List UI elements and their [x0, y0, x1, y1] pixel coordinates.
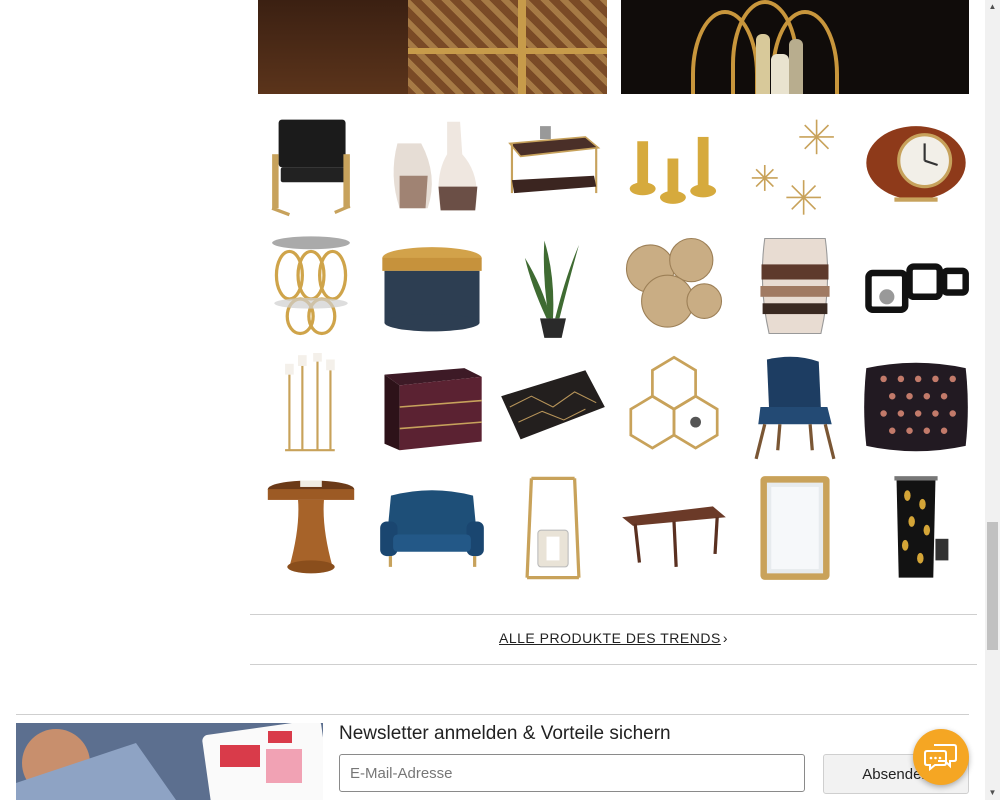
plant-icon	[524, 240, 579, 338]
bottle-decor	[789, 39, 803, 94]
product-tile[interactable]	[492, 346, 613, 467]
scroll-up-arrow-icon[interactable]: ▲	[985, 0, 1000, 14]
product-tile[interactable]	[613, 225, 734, 346]
divider	[250, 614, 977, 615]
product-tile[interactable]	[250, 467, 371, 588]
product-tile[interactable]	[613, 467, 734, 588]
dining-chair-icon	[754, 356, 835, 459]
product-tile[interactable]	[734, 104, 855, 225]
lantern-icon	[524, 476, 581, 579]
candle-stand-icon	[284, 352, 335, 451]
dresser-icon	[383, 367, 482, 450]
mirror-icon	[759, 475, 830, 580]
newsletter-divider	[16, 714, 969, 715]
cube-shelf-icon	[864, 262, 969, 313]
scroll-down-arrow-icon[interactable]: ▼	[985, 786, 1000, 800]
product-tile[interactable]	[250, 225, 371, 346]
wallpaper-roll-icon	[500, 369, 605, 439]
table-clock-icon	[865, 125, 966, 202]
candle-holder-icon	[629, 136, 716, 204]
product-tile[interactable]	[371, 346, 492, 467]
trend-hero-image-right[interactable]	[621, 0, 969, 94]
scrollbar[interactable]: ▲ ▼	[985, 0, 1000, 800]
bottle-decor	[771, 54, 789, 94]
product-tile[interactable]	[855, 225, 976, 346]
product-tile[interactable]	[734, 467, 855, 588]
all-products-link-label: ALLE PRODUKTE DES TRENDS	[499, 630, 721, 646]
product-grid	[250, 104, 977, 588]
newsletter-image	[16, 723, 323, 800]
glass-vase-icon	[759, 237, 830, 334]
sofa-icon	[379, 489, 484, 567]
wooden-coffee-table-icon	[621, 505, 726, 567]
wooden-side-table-icon	[267, 479, 354, 573]
product-tile[interactable]	[371, 104, 492, 225]
product-tile[interactable]	[492, 225, 613, 346]
chat-button[interactable]	[913, 729, 969, 785]
product-tile[interactable]	[492, 467, 613, 588]
product-tile[interactable]	[855, 104, 976, 225]
chat-icon	[924, 744, 957, 772]
bottle-decor	[756, 34, 770, 94]
product-tile[interactable]	[250, 346, 371, 467]
trend-hero-image-left[interactable]	[258, 0, 607, 94]
chevron-right-icon: ›	[722, 630, 728, 646]
curtain-icon	[893, 475, 948, 578]
product-tile[interactable]	[371, 467, 492, 588]
coffee-table-icon	[507, 125, 600, 193]
product-tile[interactable]	[734, 346, 855, 467]
hexagon-shelf-icon	[628, 355, 719, 450]
scrollbar-thumb[interactable]	[987, 522, 998, 650]
product-tile[interactable]	[855, 467, 976, 588]
cushion-icon	[863, 362, 968, 451]
product-tile[interactable]	[492, 104, 613, 225]
side-table-icon	[271, 235, 350, 335]
vase-set-icon	[393, 121, 477, 210]
email-field[interactable]	[339, 754, 805, 792]
divider	[250, 664, 977, 665]
product-tile[interactable]	[371, 225, 492, 346]
product-tile[interactable]	[250, 104, 371, 225]
armchair-icon	[271, 119, 351, 216]
flower-wall-decor-icon	[625, 237, 722, 328]
lidded-box-icon	[381, 246, 482, 331]
product-tile[interactable]	[613, 346, 734, 467]
all-products-link[interactable]: ALLE PRODUKTE DES TRENDS ›	[250, 630, 977, 646]
product-tile[interactable]	[855, 346, 976, 467]
product-tile[interactable]	[734, 225, 855, 346]
starburst-decor-icon	[751, 119, 834, 215]
newsletter-title: Newsletter anmelden & Vorteile sichern	[339, 723, 671, 744]
product-tile[interactable]	[613, 104, 734, 225]
